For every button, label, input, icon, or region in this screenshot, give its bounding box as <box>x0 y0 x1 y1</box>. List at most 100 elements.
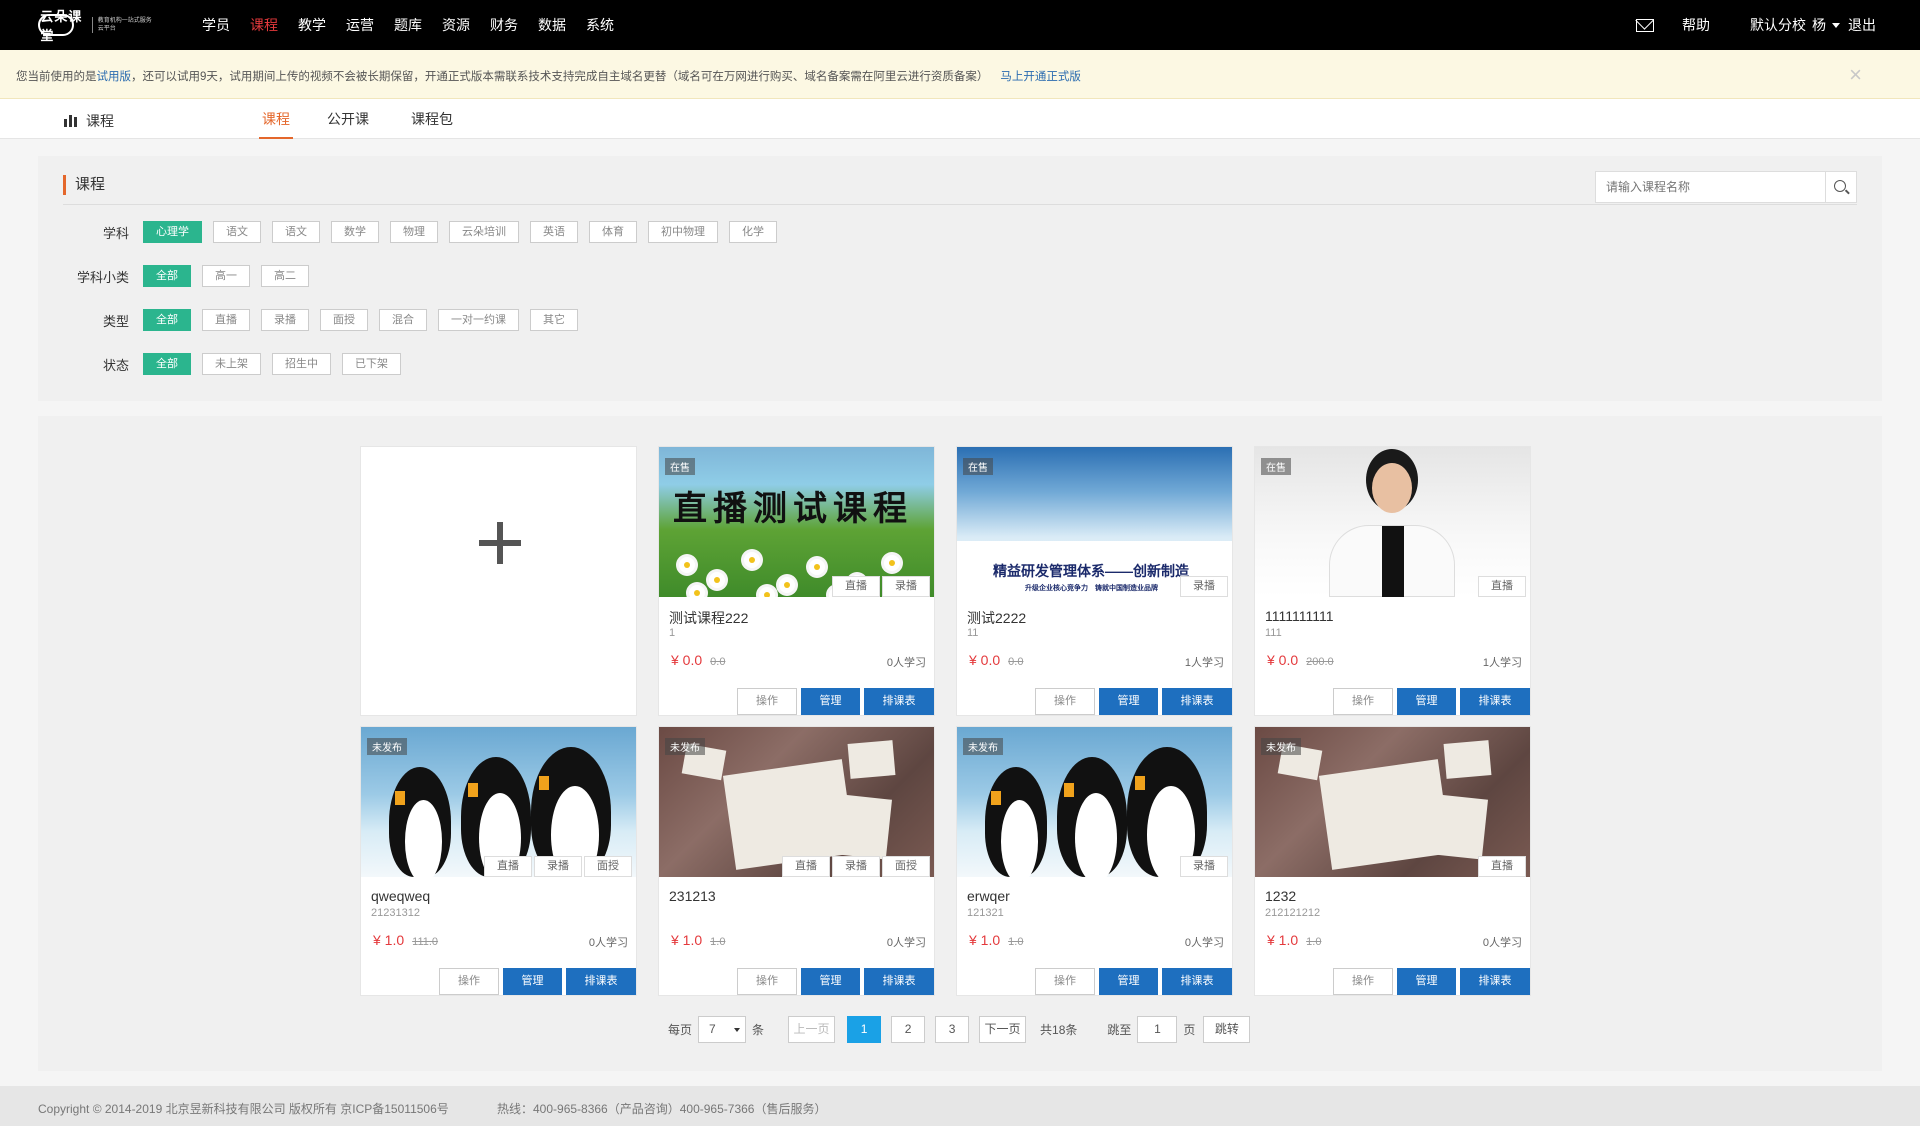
manage-button[interactable]: 管理 <box>1099 688 1158 715</box>
add-course-card[interactable] <box>360 446 637 716</box>
course-card[interactable]: 在售 直播 1111111111 111 ¥ 0.0 200.0 1人学习 操作 管理 排课表 <box>1254 446 1531 716</box>
page-3-button[interactable]: 3 <box>935 1016 970 1043</box>
course-card[interactable]: 直播测试课程 在售 直播 录播 测试课程222 1 ¥ 0.0 0.0 0人学习 操作 管理 排课表 <box>658 446 935 716</box>
filter-tag[interactable]: 其它 <box>530 309 578 331</box>
course-name[interactable]: 测试课程222 <box>669 608 748 628</box>
chevron-down-icon[interactable] <box>1832 22 1840 28</box>
schedule-button[interactable]: 排课表 <box>1460 968 1530 995</box>
school-switcher[interactable]: 默认分校 <box>1750 15 1806 35</box>
course-card[interactable]: 精益研发管理体系——创新制造 升级企业核心竞争力 铸就中国制造业品牌 在售 录播测试2… <box>956 446 1233 716</box>
nav-item-0[interactable]: 学员 <box>202 15 230 35</box>
schedule-button[interactable]: 排课表 <box>1460 688 1530 715</box>
course-name[interactable]: 231213 <box>669 888 716 904</box>
course-name[interactable]: 1232 <box>1265 888 1296 904</box>
operate-button[interactable]: 操作 <box>1333 968 1393 995</box>
search-icon[interactable] <box>1825 172 1856 202</box>
course-thumbnail[interactable]: 未发布 直播 录播 面授 <box>659 727 934 877</box>
course-card[interactable]: 未发布 直播 1232 212121212 ¥ 1.0 1.0 0人学习 操作 管理 排课表 <box>1254 726 1531 996</box>
manage-button[interactable]: 管理 <box>503 968 562 995</box>
manage-button[interactable]: 管理 <box>1099 968 1158 995</box>
course-thumbnail[interactable]: 精益研发管理体系——创新制造 升级企业核心竞争力 铸就中国制造业品牌 在售 录播 <box>957 447 1232 597</box>
filter-tag[interactable]: 混合 <box>379 309 427 331</box>
filter-tag[interactable]: 体育 <box>589 221 637 243</box>
nav-item-6[interactable]: 财务 <box>490 15 518 35</box>
filter-tag[interactable]: 语文 <box>213 221 261 243</box>
per-page-unit: 条 <box>752 1023 765 1037</box>
course-card[interactable]: 未发布 直播 录播 面授 qweqweq 21231312 ¥ 1.0 111.0 0人学习 操作… <box>360 726 637 996</box>
manage-button[interactable]: 管理 <box>801 688 860 715</box>
filter-tag[interactable]: 心理学 <box>143 221 202 243</box>
filter-tag[interactable]: 已下架 <box>342 353 401 375</box>
filter-tag[interactable]: 直播 <box>202 309 250 331</box>
mail-icon[interactable] <box>1636 18 1654 32</box>
filter-tag[interactable]: 语文 <box>272 221 320 243</box>
filter-tag[interactable]: 云朵培训 <box>449 221 519 243</box>
manage-button[interactable]: 管理 <box>1397 968 1456 995</box>
nav-item-3[interactable]: 运营 <box>346 15 374 35</box>
page-2-button[interactable]: 2 <box>891 1016 926 1043</box>
filter-tag[interactable]: 一对一约课 <box>438 309 519 331</box>
help-link[interactable]: 帮助 <box>1682 15 1710 35</box>
course-thumbnail[interactable]: 未发布 直播 <box>1255 727 1530 877</box>
upgrade-link[interactable]: 马上开通正式版 <box>1000 71 1081 83</box>
operate-button[interactable]: 操作 <box>1035 968 1095 995</box>
tab-course-packages[interactable]: 课程包 <box>411 109 453 139</box>
filter-tag[interactable]: 招生中 <box>272 353 331 375</box>
schedule-button[interactable]: 排课表 <box>864 968 934 995</box>
plus-icon[interactable] <box>479 522 521 564</box>
course-thumbnail[interactable]: 在售 直播 <box>1255 447 1530 597</box>
filter-tag[interactable]: 化学 <box>729 221 777 243</box>
nav-item-5[interactable]: 资源 <box>442 15 470 35</box>
filter-tag[interactable]: 全部 <box>143 265 191 287</box>
manage-button[interactable]: 管理 <box>1397 688 1456 715</box>
filter-tag[interactable]: 数学 <box>331 221 379 243</box>
course-name[interactable]: 1111111111 <box>1265 608 1334 624</box>
course-card[interactable]: 未发布 直播 录播 面授 231213 ¥ 1.0 1.0 0人学习 操作 管理 排课表 <box>658 726 935 996</box>
manage-button[interactable]: 管理 <box>801 968 860 995</box>
filter-tag[interactable]: 物理 <box>390 221 438 243</box>
jump-page-input[interactable]: 1 <box>1137 1016 1178 1043</box>
search-input[interactable] <box>1596 172 1826 202</box>
close-icon[interactable]: × <box>1849 62 1862 88</box>
filter-tag[interactable]: 初中物理 <box>648 221 718 243</box>
filter-tag[interactable]: 面授 <box>320 309 368 331</box>
schedule-button[interactable]: 排课表 <box>566 968 636 995</box>
logo[interactable]: 云朵课堂 教育机构一站式服务云平台 <box>38 9 156 43</box>
course-card[interactable]: 未发布 录播 erwqer 121321 ¥ 1.0 1.0 0人学习 操作 管理 排课表 <box>956 726 1233 996</box>
course-name[interactable]: qweqweq <box>371 888 430 904</box>
filter-tag[interactable]: 高一 <box>202 265 250 287</box>
operate-button[interactable]: 操作 <box>439 968 499 995</box>
user-name[interactable]: 杨 <box>1812 15 1826 35</box>
filter-tag[interactable]: 高二 <box>261 265 309 287</box>
filter-tag[interactable]: 未上架 <box>202 353 261 375</box>
course-thumbnail[interactable]: 直播测试课程 在售 直播 录播 <box>659 447 934 597</box>
prev-page-button[interactable]: 上一页 <box>788 1016 836 1043</box>
course-name[interactable]: erwqer <box>967 888 1010 904</box>
next-page-button[interactable]: 下一页 <box>979 1016 1027 1043</box>
operate-button[interactable]: 操作 <box>1035 688 1095 715</box>
jump-button[interactable]: 跳转 <box>1203 1016 1251 1043</box>
operate-button[interactable]: 操作 <box>737 968 797 995</box>
schedule-button[interactable]: 排课表 <box>1162 968 1232 995</box>
tab-public-courses[interactable]: 公开课 <box>327 109 369 139</box>
course-thumbnail[interactable]: 未发布 直播 录播 面授 <box>361 727 636 877</box>
filter-tag[interactable]: 全部 <box>143 353 191 375</box>
nav-item-7[interactable]: 数据 <box>538 15 566 35</box>
schedule-button[interactable]: 排课表 <box>1162 688 1232 715</box>
filter-tag[interactable]: 录播 <box>261 309 309 331</box>
schedule-button[interactable]: 排课表 <box>864 688 934 715</box>
nav-item-1[interactable]: 课程 <box>250 15 278 35</box>
page-1-button[interactable]: 1 <box>847 1016 882 1043</box>
tab-courses[interactable]: 课程 <box>259 109 293 139</box>
operate-button[interactable]: 操作 <box>737 688 797 715</box>
operate-button[interactable]: 操作 <box>1333 688 1393 715</box>
course-thumbnail[interactable]: 未发布 录播 <box>957 727 1232 877</box>
course-name[interactable]: 测试2222 <box>967 608 1026 628</box>
logout-link[interactable]: 退出 <box>1848 15 1876 35</box>
filter-tag[interactable]: 英语 <box>530 221 578 243</box>
nav-item-2[interactable]: 教学 <box>298 15 326 35</box>
per-page-select[interactable]: 7 <box>698 1016 747 1043</box>
filter-tag[interactable]: 全部 <box>143 309 191 331</box>
nav-item-4[interactable]: 题库 <box>394 15 422 35</box>
nav-item-8[interactable]: 系统 <box>586 15 614 35</box>
